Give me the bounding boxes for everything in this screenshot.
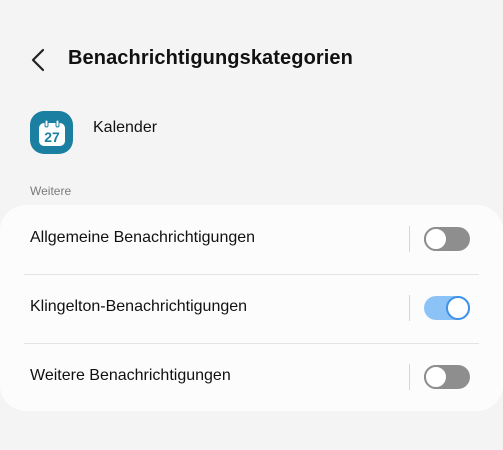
- toggle-knob: [446, 296, 470, 320]
- row-separator: [409, 295, 410, 321]
- category-toggle[interactable]: [424, 227, 470, 251]
- category-label: Allgemeine Benachrichtigungen: [30, 229, 256, 246]
- toggle-knob: [424, 227, 448, 251]
- category-row-other[interactable]: Weitere Benachrichtigungen: [0, 343, 503, 411]
- categories-card: Allgemeine Benachrichtigungen Klingelton…: [0, 205, 503, 411]
- category-toggle[interactable]: [424, 296, 470, 320]
- calendar-icon-day: 27: [44, 129, 60, 145]
- header: Benachrichtigungskategorien: [0, 38, 503, 82]
- category-row-general[interactable]: Allgemeine Benachrichtigungen: [0, 205, 503, 273]
- screen: Benachrichtigungskategorien 27 Kalender …: [0, 0, 503, 450]
- category-row-ringtone[interactable]: Klingelton-Benachrichtigungen: [0, 274, 503, 342]
- row-separator: [409, 364, 410, 390]
- category-label: Klingelton-Benachrichtigungen: [30, 298, 248, 315]
- app-info-row: 27 Kalender: [0, 108, 503, 158]
- row-separator: [409, 226, 410, 252]
- category-toggle[interactable]: [424, 365, 470, 389]
- toggle-knob: [424, 365, 448, 389]
- page-title: Benachrichtigungskategorien: [68, 47, 353, 69]
- section-label: Weitere: [30, 184, 72, 198]
- app-name: Kalender: [93, 119, 158, 136]
- back-button[interactable]: [24, 44, 52, 76]
- category-label: Weitere Benachrichtigungen: [30, 367, 231, 384]
- chevron-left-icon: [31, 48, 45, 72]
- calendar-icon: 27: [30, 111, 73, 154]
